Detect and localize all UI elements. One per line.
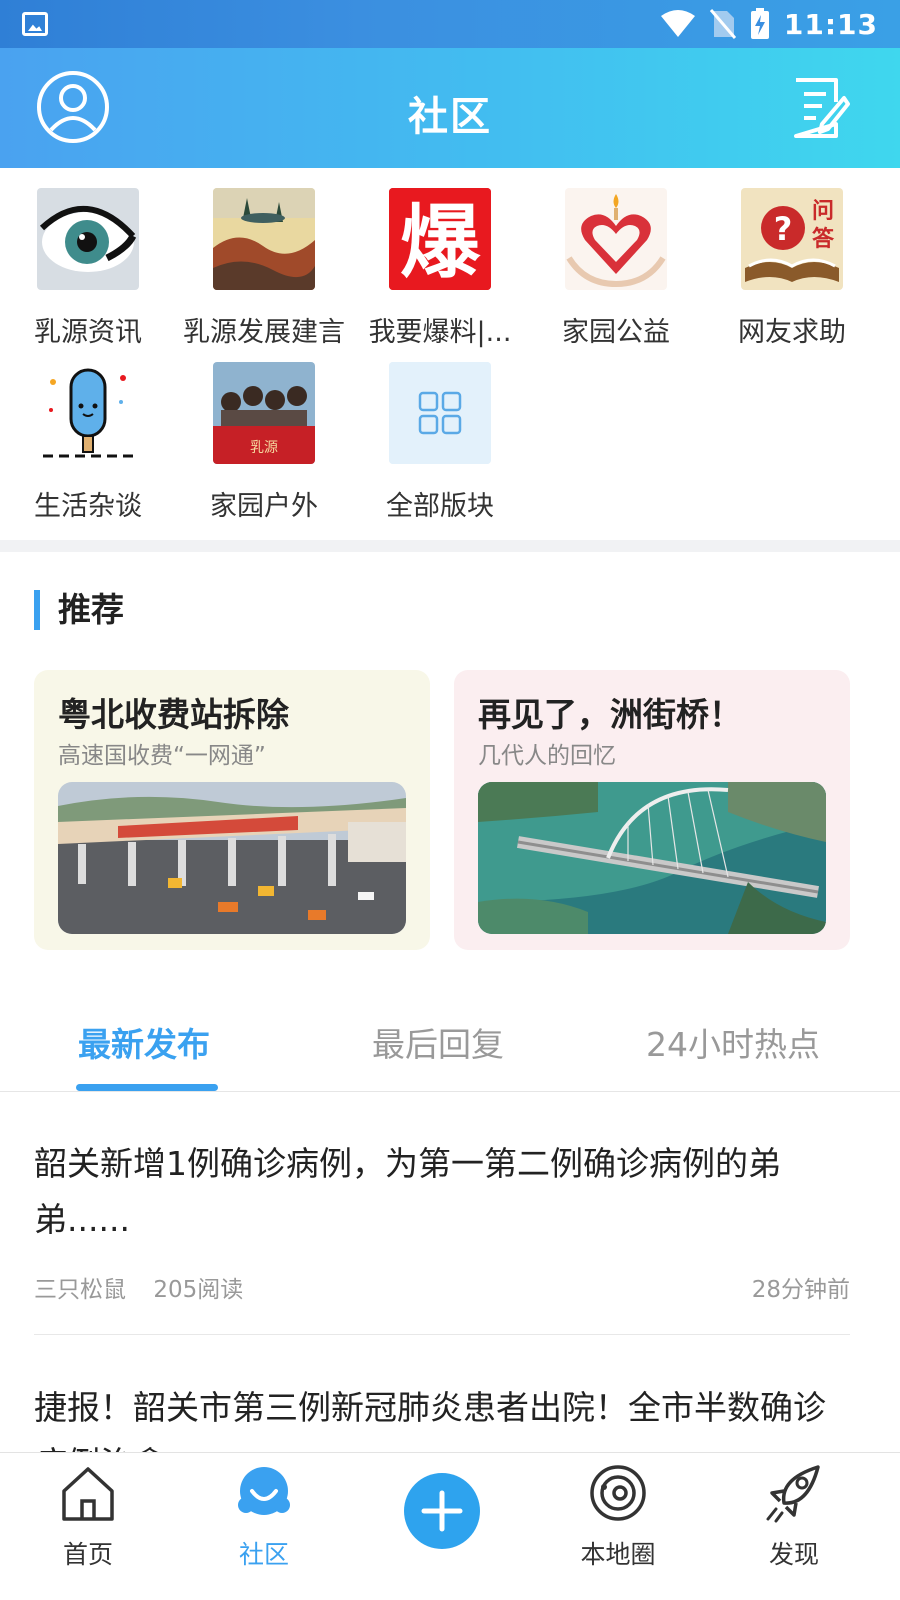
compose-post-icon[interactable]: [788, 76, 850, 140]
category-label: 我要爆料|...: [368, 317, 512, 348]
category-tipoff[interactable]: 爆 我要爆料|...: [352, 188, 528, 349]
popsicle-icon: [37, 362, 139, 464]
status-bar: 11:13: [0, 0, 900, 48]
recommend-card-toll-station[interactable]: 粤北收费站拆除 高速国收费“一网通”: [34, 670, 430, 950]
tab-latest[interactable]: 最新发布: [78, 1018, 210, 1066]
recommend-heading: 推荐: [34, 590, 124, 630]
bao-character-icon: 爆: [389, 188, 491, 290]
plus-icon: [421, 1490, 463, 1532]
category-label: 家园公益: [562, 317, 670, 348]
home-icon: [62, 1467, 114, 1521]
bridge-photo: [478, 782, 826, 934]
landscape-painting-icon: [213, 188, 315, 290]
no-sim-icon: [709, 9, 736, 39]
active-tab-indicator: [76, 1084, 218, 1091]
post-time: 28分钟前: [751, 1277, 850, 1303]
nav-discover[interactable]: 发现: [724, 1461, 864, 1571]
category-public-welfare[interactable]: 家园公益: [528, 188, 704, 349]
svg-text:爆: 爆: [400, 196, 481, 289]
nav-label: 本地圈: [580, 1540, 656, 1569]
category-ruyuan-news[interactable]: 乳源资讯: [0, 188, 176, 349]
feed-tabs: 最新发布 最后回复 24小时热点: [0, 1000, 900, 1092]
post-author: 三只松鼠: [34, 1277, 126, 1303]
clock: 11:13: [783, 7, 878, 41]
category-label: 网友求助: [738, 317, 846, 348]
category-all-sections[interactable]: 全部版块: [352, 362, 528, 523]
grid-icon: [389, 362, 491, 464]
svg-text:问: 问: [812, 199, 834, 224]
bottom-navigation: 首页 社区 本地圈 发现: [0, 1452, 900, 1600]
category-life-chat[interactable]: 生活杂谈: [0, 362, 176, 523]
category-label: 家园户外: [210, 491, 318, 522]
planet-icon: [590, 1465, 646, 1521]
battery-charging-icon: [750, 8, 769, 39]
publish-button[interactable]: [404, 1473, 480, 1549]
wifi-icon: [660, 10, 695, 37]
category-help[interactable]: ? 问答 网友求助: [704, 188, 880, 349]
card-subtitle: 几代人的回忆: [478, 743, 616, 769]
eye-icon: [37, 188, 139, 290]
page-title: 社区: [408, 94, 492, 140]
tab-last-reply[interactable]: 最后回复: [372, 1018, 504, 1066]
post-title: 韶关新增1例确诊病例，为第一第二例确诊病例的弟弟......: [34, 1144, 781, 1239]
category-grid: 乳源资讯 乳源发展建言 爆 我要爆料|... 家园公益 ? 问答 网友求助 生活杂…: [0, 168, 900, 540]
tab-24h-hot[interactable]: 24小时热点: [646, 1018, 820, 1066]
nav-home[interactable]: 首页: [18, 1461, 158, 1571]
card-subtitle: 高速国收费“一网通”: [58, 743, 266, 769]
nav-label: 首页: [62, 1540, 113, 1569]
svg-text:乳源: 乳源: [250, 440, 278, 456]
nav-community[interactable]: 社区: [194, 1461, 334, 1571]
post-meta: 三只松鼠 205阅读 28分钟前: [34, 1270, 850, 1303]
post-read-count: 205阅读: [153, 1277, 244, 1303]
svg-text:?: ?: [774, 210, 793, 248]
community-icon: [238, 1467, 290, 1515]
post-item[interactable]: 韶关新增1例确诊病例，为第一第二例确诊病例的弟弟...... 三只松鼠 205阅…: [34, 1136, 850, 1303]
nav-label: 社区: [238, 1540, 289, 1569]
category-label: 全部版块: [386, 491, 494, 522]
toll-station-photo: [58, 782, 406, 934]
section-divider: [0, 540, 900, 552]
category-ruyuan-development[interactable]: 乳源发展建言: [176, 188, 352, 349]
svg-text:答: 答: [812, 226, 835, 252]
category-label: 乳源资讯: [34, 317, 142, 348]
category-label: 乳源发展建言: [183, 317, 345, 348]
app-header: 社区: [0, 48, 900, 168]
recommend-card-bridge[interactable]: 再见了，洲街桥！ 几代人的回忆: [454, 670, 850, 950]
nav-label: 发现: [768, 1540, 819, 1569]
rocket-icon: [766, 1465, 820, 1523]
category-outdoor[interactable]: 乳源 家园户外: [176, 362, 352, 523]
nav-local-circle[interactable]: 本地圈: [548, 1461, 688, 1571]
question-book-icon: ? 问答: [741, 188, 843, 290]
card-title: 粤北收费站拆除: [58, 695, 289, 734]
heart-hands-icon: [565, 188, 667, 290]
category-label: 生活杂谈: [34, 491, 142, 522]
gallery-notification-icon: [22, 12, 48, 36]
post-divider: [34, 1334, 850, 1335]
group-photo-icon: 乳源: [213, 362, 315, 464]
card-title: 再见了，洲街桥！: [478, 695, 742, 734]
